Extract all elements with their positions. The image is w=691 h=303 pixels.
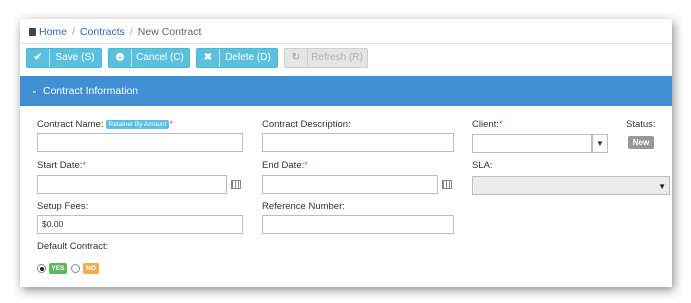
start-date-label: Start Date:*: [37, 160, 87, 171]
refresh-icon: ↻: [285, 49, 308, 67]
default-contract-no-radio[interactable]: [71, 264, 80, 273]
contract-name-input[interactable]: [37, 133, 243, 152]
chevron-down-icon: ▼: [658, 182, 666, 191]
default-contract-yes-radio[interactable]: [37, 264, 46, 273]
contract-description-input[interactable]: [262, 133, 454, 152]
contract-information-header[interactable]: ⌄ Contract Information: [20, 76, 672, 106]
breadcrumb-current: New Contract: [137, 26, 202, 38]
breadcrumb: Home / Contracts / New Contract: [29, 26, 201, 38]
save-button-label: Save (S): [55, 52, 95, 63]
cancel-button-label: Cancel (C): [136, 52, 184, 63]
retainer-by-amount-tag: Retainer By Amount: [105, 120, 170, 129]
delete-button[interactable]: ✖ Delete (D): [196, 48, 278, 68]
start-date-input[interactable]: [37, 175, 227, 194]
home-icon: [29, 28, 36, 36]
breadcrumb-separator: /: [72, 26, 75, 38]
client-dropdown-button[interactable]: ▼: [592, 134, 608, 153]
contract-description-label: Contract Description:: [262, 119, 351, 130]
check-icon: ✔: [27, 49, 50, 67]
no-badge[interactable]: NO: [83, 263, 99, 274]
reference-number-label: Reference Number:: [262, 201, 345, 212]
panel-title: Contract Information: [43, 85, 139, 97]
cancel-icon: [109, 49, 132, 67]
save-button[interactable]: ✔ Save (S): [26, 48, 102, 68]
cancel-button[interactable]: Cancel (C): [108, 48, 190, 68]
main-frame: Home / Contracts / New Contract ✔ Save (S) C…: [20, 19, 672, 287]
close-icon: ✖: [197, 49, 220, 67]
refresh-button[interactable]: ↻ Refresh (R): [284, 48, 368, 68]
calendar-icon[interactable]: [231, 180, 241, 189]
reference-number-input[interactable]: [262, 215, 454, 234]
setup-fees-label: Setup Fees:: [37, 201, 89, 212]
default-contract-label: Default Contract:: [37, 241, 109, 252]
delete-button-label: Delete (D): [225, 52, 271, 63]
breadcrumb-separator: /: [129, 26, 133, 38]
end-date-input[interactable]: [262, 175, 438, 194]
client-select[interactable]: [472, 134, 592, 153]
breadcrumb-divider: [20, 43, 672, 44]
setup-fees-input[interactable]: $0.00: [37, 215, 243, 234]
status-label: Status:: [626, 119, 656, 130]
breadcrumb-contracts[interactable]: Contracts: [80, 26, 125, 38]
sla-select[interactable]: ▼: [472, 176, 670, 195]
end-date-label: End Date:*: [262, 160, 308, 171]
calendar-icon[interactable]: [442, 180, 452, 189]
refresh-button-label: Refresh (R): [311, 52, 363, 63]
status-badge: New: [628, 136, 654, 149]
breadcrumb-home[interactable]: Home: [39, 26, 67, 38]
contract-name-label: Contract Name: Retainer By Amount *: [37, 119, 174, 130]
sla-label: SLA:: [472, 160, 493, 171]
yes-badge[interactable]: YES: [49, 263, 67, 274]
client-label: Client:*: [472, 119, 503, 130]
chevron-down-icon: ⌄: [31, 86, 38, 95]
